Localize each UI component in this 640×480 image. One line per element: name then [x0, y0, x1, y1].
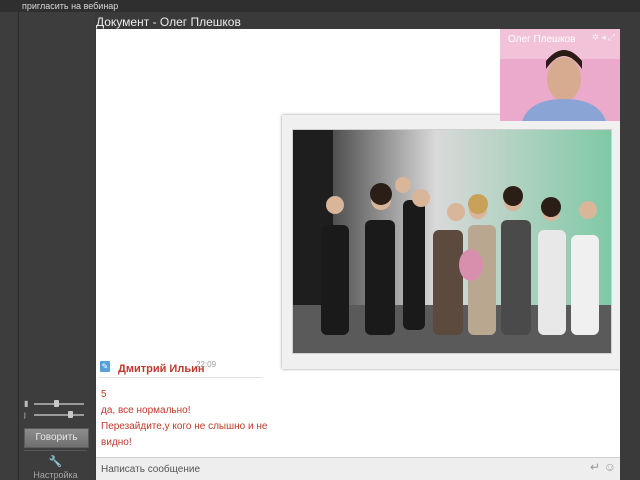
chat-message-icon: ✎ — [100, 361, 110, 372]
settings-label: Настройка — [33, 470, 78, 480]
chat-message-line: 5 — [101, 389, 107, 400]
right-gutter — [620, 29, 640, 457]
wrench-icon: 🔧 — [48, 456, 63, 468]
chat-input-bar: ↵ ☺ — [96, 457, 620, 480]
chat-author: Дмитрий Ильин — [118, 363, 205, 375]
chat-message-input[interactable] — [96, 458, 576, 480]
mic-icon: ȷ — [24, 410, 26, 419]
mic-volume-knob[interactable] — [67, 411, 73, 418]
fullscreen-icon[interactable]: ⤢ — [608, 32, 617, 42]
talk-button[interactable]: Говорить — [24, 428, 89, 448]
mic-volume-slider[interactable]: ȷ — [24, 411, 86, 419]
settings-button[interactable]: 🔧 Настройка — [24, 456, 87, 480]
sidebar-divider — [18, 12, 19, 480]
speaker-volume-slider[interactable]: ▮ — [24, 400, 86, 408]
video-participant-name: Олег Плешков — [508, 34, 576, 45]
document-title: Документ - Олег Плешков — [96, 15, 241, 29]
chat-message-line: видно! — [101, 437, 132, 448]
chat-divider — [98, 377, 263, 378]
gear-icon[interactable]: ✲ — [592, 32, 602, 42]
send-enter-icon[interactable]: ↵ — [590, 460, 600, 474]
top-bar: пригласить на вебинар — [0, 0, 640, 12]
webcam-video[interactable]: Олег Плешков ✲◂⤢ — [500, 29, 620, 121]
speaker-volume-knob[interactable] — [54, 400, 60, 407]
left-sidebar — [0, 12, 95, 480]
invite-webinar-link[interactable]: пригласить на вебинар — [22, 1, 118, 11]
shared-photo-frame — [282, 115, 620, 369]
smiley-icon[interactable]: ☺ — [604, 460, 616, 474]
group-photo-image — [293, 130, 611, 353]
chat-message-line: да, все нормально! — [101, 405, 191, 416]
sidebar-separator — [24, 450, 87, 451]
chat-timestamp: 22:09 — [196, 360, 217, 369]
speaker-icon: ▮ — [24, 399, 29, 408]
group-photo — [292, 129, 612, 354]
chat-message-line: Перезайдите,у кого не слышно и не — [101, 421, 268, 432]
